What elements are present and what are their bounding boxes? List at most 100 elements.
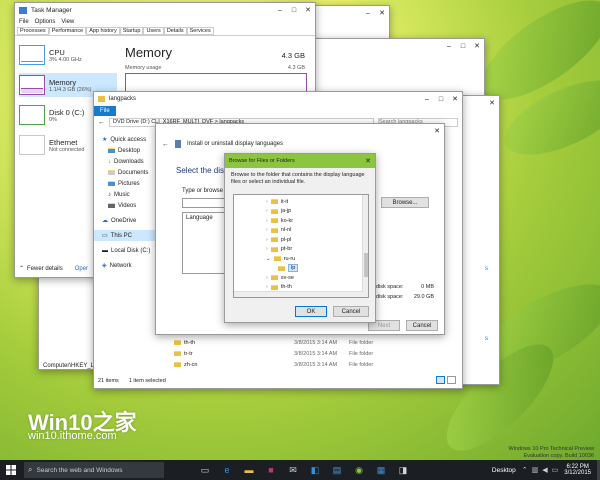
fewer-details-link[interactable]: ⌃ Fewer details Oper	[19, 265, 88, 273]
close-icon[interactable]: ✕	[485, 96, 499, 110]
tab-details[interactable]: Details	[163, 26, 187, 35]
disk-space-required: disk space: 0 MB	[376, 284, 434, 290]
desktop-toolbar-label[interactable]: Desktop	[492, 467, 516, 474]
task-view-icon[interactable]: ▭	[194, 460, 216, 480]
minimize-icon[interactable]: –	[442, 39, 456, 53]
nav-pictures[interactable]: Pictures	[94, 178, 156, 189]
taskbar-search-box[interactable]: ⌕ Search the web and Windows	[24, 462, 164, 478]
nav-quick-access[interactable]: ★ Quick access	[94, 134, 156, 145]
menu-file[interactable]: File	[19, 19, 29, 25]
build-edition: Windows 10 Pro Technical Preview	[508, 446, 595, 452]
tab-processes[interactable]: Processes	[17, 26, 49, 35]
sidebar-item-cpu[interactable]: CPU 3% 4.00 GHz	[19, 43, 117, 67]
list-item[interactable]: tr-tr 3/8/2015 3:14 AM File folder	[174, 348, 454, 359]
chevron-right-icon: ›	[266, 236, 268, 243]
volume-icon[interactable]: ◀	[542, 466, 547, 474]
maximize-icon[interactable]: □	[287, 3, 301, 17]
nav-local-disk[interactable]: ▬ Local Disk (C:)	[94, 245, 156, 256]
ribbon-file-tab[interactable]: File	[94, 106, 116, 116]
open-resource-monitor-link[interactable]: Oper	[75, 266, 88, 272]
browse-dialog-title: Browse for Files or Folders	[229, 158, 295, 164]
tree-vertical-scrollbar[interactable]	[362, 195, 368, 297]
taskbar-clock[interactable]: 6:22 PM 3/12/2015	[564, 464, 591, 476]
sidebar-ethernet-detail: Not connected	[49, 146, 85, 153]
tab-services[interactable]: Services	[186, 26, 214, 35]
tab-startup[interactable]: Startup	[119, 26, 144, 35]
tree-horizontal-scrollbar[interactable]	[234, 291, 364, 297]
network-tray-icon[interactable]: ▥	[532, 466, 539, 474]
maximize-icon[interactable]: □	[456, 39, 470, 53]
language-list[interactable]: Language	[182, 212, 230, 274]
close-icon[interactable]: ✕	[430, 124, 444, 138]
path-input[interactable]	[182, 198, 230, 208]
memory-usage-label: Memory usage	[125, 65, 162, 71]
tree-item[interactable]: › pl-pl	[266, 235, 368, 245]
chevron-up-icon[interactable]: ⌃	[522, 466, 528, 474]
close-icon[interactable]: ✕	[301, 3, 315, 17]
tree-item[interactable]: › ja-jp	[266, 207, 368, 217]
tree-item[interactable]: › it-it	[266, 197, 368, 207]
task-manager-taskbar-icon[interactable]: ▤	[326, 460, 348, 480]
memory-usage-max: 4.3 GB	[287, 65, 305, 71]
back-arrow-icon[interactable]: ←	[98, 119, 105, 126]
menu-view[interactable]: View	[61, 19, 74, 25]
tree-item-selected[interactable]: lp	[266, 264, 368, 274]
app-icon[interactable]: ◨	[392, 460, 414, 480]
wizard-cancel-button[interactable]: Cancel	[406, 320, 438, 331]
store-icon[interactable]: ■	[260, 460, 282, 480]
app-icon[interactable]: ◧	[304, 460, 326, 480]
minimize-icon[interactable]: –	[273, 3, 287, 17]
back-arrow-icon[interactable]: ←	[162, 141, 169, 148]
close-icon[interactable]: ✕	[470, 39, 484, 53]
nav-documents[interactable]: Documents	[94, 167, 156, 178]
nav-music[interactable]: ♪ Music	[94, 189, 156, 200]
tree-item[interactable]: › sv-se	[266, 273, 368, 283]
notifications-icon[interactable]: ▭	[552, 466, 559, 474]
internet-explorer-icon[interactable]: e	[216, 460, 238, 480]
folder-icon	[270, 218, 278, 224]
videos-icon	[108, 203, 115, 208]
details-view-icon[interactable]	[436, 376, 445, 384]
language-taskbar-icon[interactable]: ◉	[348, 460, 370, 480]
close-icon[interactable]: ✕	[375, 6, 389, 20]
maximize-icon[interactable]: □	[434, 92, 448, 106]
nav-videos[interactable]: Videos	[94, 200, 156, 211]
nav-this-pc[interactable]: ▭ This PC	[94, 230, 156, 241]
right-window-link[interactable]: s	[485, 266, 488, 272]
large-icons-view-icon[interactable]	[447, 376, 456, 384]
browse-cancel-button[interactable]: Cancel	[333, 306, 369, 317]
folder-icon	[270, 237, 278, 243]
nav-network[interactable]: ◈ Network	[94, 260, 156, 271]
right-window-link[interactable]: s	[485, 336, 488, 342]
folder-icon	[98, 96, 105, 102]
tree-item[interactable]: › pt-br	[266, 245, 368, 255]
ok-button[interactable]: OK	[295, 306, 327, 317]
tree-item-expanded[interactable]: ⌄ ru-ru	[266, 254, 368, 264]
tree-item[interactable]: › nl-nl	[266, 226, 368, 236]
explorer-title: langpacks	[109, 96, 137, 102]
minimize-icon[interactable]: –	[420, 92, 434, 106]
close-icon[interactable]: ✕	[448, 92, 462, 106]
calculator-icon[interactable]: ▦	[370, 460, 392, 480]
file-explorer-icon[interactable]: ▬	[238, 460, 260, 480]
close-icon[interactable]: ✕	[361, 154, 375, 168]
folder-icon	[270, 208, 278, 214]
minimize-icon[interactable]: –	[361, 6, 375, 20]
nav-onedrive[interactable]: ☁ OneDrive	[94, 215, 156, 226]
tab-performance[interactable]: Performance	[48, 27, 87, 34]
tab-users[interactable]: Users	[143, 26, 164, 35]
chevron-right-icon: ›	[266, 227, 268, 234]
clock-date: 3/12/2015	[564, 470, 591, 476]
list-item[interactable]: th-th 3/8/2015 3:14 AM File folder	[174, 337, 454, 348]
menu-options[interactable]: Options	[35, 19, 56, 25]
nav-downloads[interactable]: ↓ Downloads	[94, 156, 156, 167]
browse-button[interactable]: Browse...	[381, 197, 429, 208]
start-button[interactable]	[0, 460, 22, 480]
right-background-window: ✕ s s	[460, 95, 500, 385]
documents-icon	[108, 170, 115, 175]
tree-item[interactable]: › ko-kr	[266, 216, 368, 226]
list-item[interactable]: zh-cn 3/8/2015 3:14 AM File folder	[174, 359, 454, 370]
nav-desktop[interactable]: Desktop	[94, 145, 156, 156]
tab-app-history[interactable]: App history	[86, 26, 120, 35]
mail-icon[interactable]: ✉	[282, 460, 304, 480]
